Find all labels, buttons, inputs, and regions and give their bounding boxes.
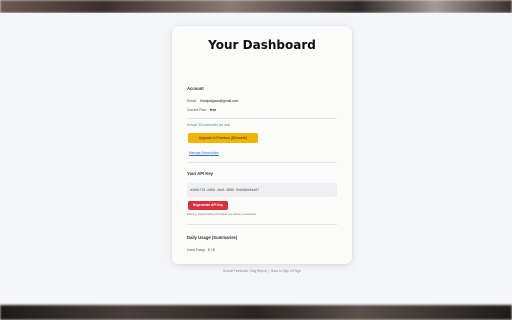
api-key-field[interactable]: d4b8c718-e08d-4ba5-8806-9e0000e9aa67 bbox=[187, 183, 337, 197]
plan-value: free bbox=[210, 108, 217, 112]
used-today-value: 0 / 5 bbox=[208, 248, 215, 252]
footer-separator: | bbox=[268, 269, 270, 273]
used-today-label: Used Today: bbox=[187, 248, 206, 252]
api-divider bbox=[187, 162, 337, 163]
account-heading: Account bbox=[187, 86, 204, 91]
usage-divider bbox=[187, 224, 337, 225]
manage-subscription-link[interactable]: Manage Subscription bbox=[189, 151, 219, 155]
feedback-link[interactable]: Submit Feedback / Bug Report bbox=[223, 269, 267, 273]
dashboard-card: Your Dashboard Account Email: thanlpaigr… bbox=[172, 26, 352, 273]
account-divider bbox=[187, 118, 337, 119]
browser-bottom-edge bbox=[0, 305, 512, 320]
regenerate-api-key-button[interactable]: Regenerate API Key bbox=[188, 201, 228, 210]
footer-links: Submit Feedback / Bug Report | Back to S… bbox=[172, 269, 352, 273]
api-key-heading: Your API Key bbox=[187, 171, 214, 176]
email-label: Email: bbox=[187, 99, 197, 103]
page-title: Your Dashboard bbox=[208, 38, 316, 52]
plan-label: Current Plan: bbox=[187, 108, 207, 112]
regenerate-warning: Warning: Regenerating will disable your … bbox=[187, 213, 257, 216]
browser-top-edge bbox=[0, 0, 512, 13]
email-value: thanlpaigrant@gmail.com bbox=[200, 99, 239, 103]
upgrade-premium-button[interactable]: Upgrade to Premium ($5/month) bbox=[188, 133, 258, 143]
daily-usage-heading: Daily Usage (Summaries) bbox=[187, 235, 238, 240]
signin-link[interactable]: Back to Sign In Page bbox=[271, 269, 301, 273]
plan-limit-text: Default 30 summaries per day! bbox=[187, 123, 231, 127]
